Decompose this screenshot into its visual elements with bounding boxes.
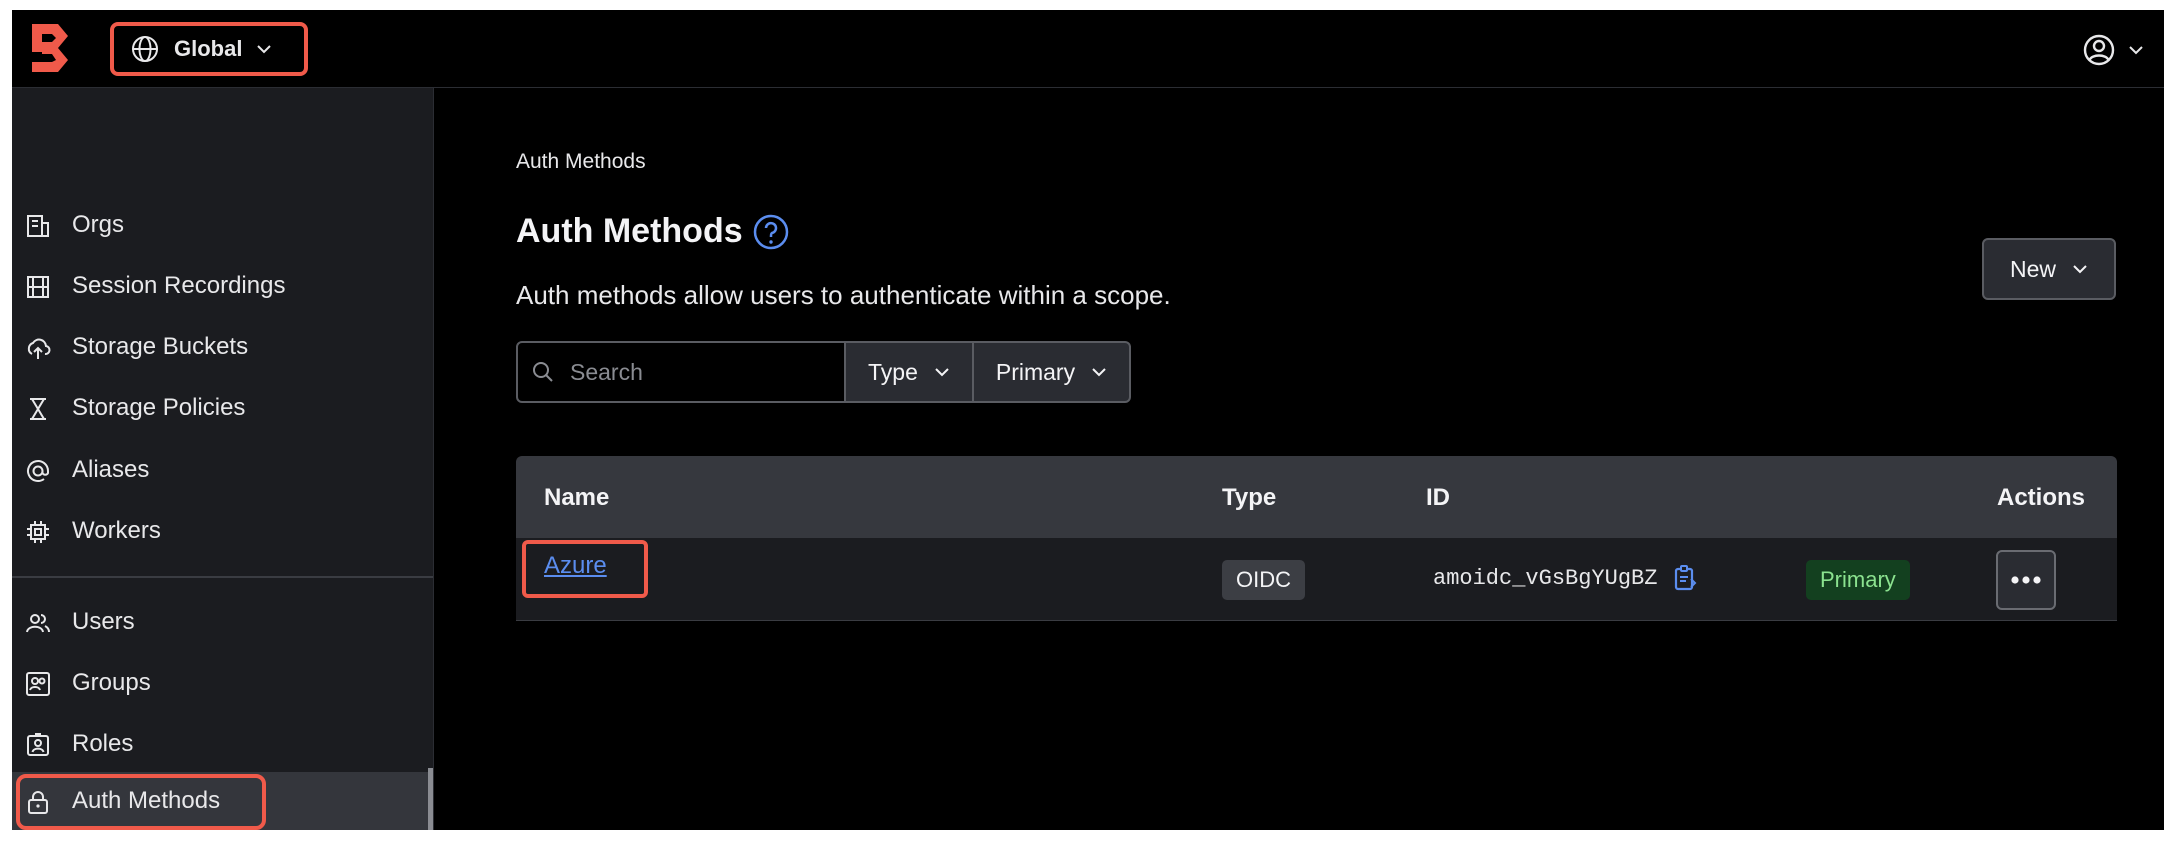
column-header-actions: Actions — [1997, 484, 2086, 511]
sidebar-item-orgs[interactable]: Orgs — [12, 196, 433, 254]
id-cell: amoidc_vGsBgYUgBZ — [1433, 564, 1699, 592]
column-header-name: Name — [544, 484, 610, 511]
lock-icon — [24, 788, 52, 816]
sidebar-item-label: Storage Buckets — [72, 333, 249, 360]
app-window: Global Orgs Session Recordings Storage B… — [12, 10, 2164, 830]
search-icon — [533, 362, 553, 382]
auth-method-id: amoidc_vGsBgYUgBZ — [1433, 565, 1658, 591]
sidebar-item-users[interactable]: Users — [12, 593, 433, 651]
scope-picker-button[interactable]: Global — [110, 22, 308, 76]
sidebar-item-roles[interactable]: Roles — [12, 715, 433, 773]
sidebar-item-groups[interactable]: Groups — [12, 654, 433, 712]
sidebar-item-aliases[interactable]: Aliases — [12, 441, 433, 499]
more-horizontal-icon — [2011, 576, 2041, 584]
type-filter-label: Type — [868, 358, 918, 385]
film-icon — [24, 273, 52, 301]
chevron-down-icon — [935, 368, 949, 377]
main-content: Auth Methods Auth Methods Auth methods a… — [434, 88, 2164, 830]
scope-label: Global — [174, 36, 243, 61]
cloud-upload-icon — [24, 334, 52, 362]
table-row: Azure OIDC amoidc_vGsBgYUgBZ Primary — [516, 538, 2117, 621]
sidebar-item-label: Workers — [72, 517, 161, 544]
copy-icon[interactable] — [1671, 564, 1699, 592]
at-sign-icon — [24, 457, 52, 485]
sidebar-item-storage-buckets[interactable]: Storage Buckets — [12, 318, 433, 376]
sidebar-divider — [12, 576, 433, 578]
chevron-down-icon — [2073, 265, 2087, 274]
sidebar-item-label: Groups — [72, 669, 151, 696]
sidebar-item-label: Aliases — [72, 456, 150, 483]
type-badge: OIDC — [1222, 560, 1305, 600]
column-header-id: ID — [1426, 484, 1450, 511]
breadcrumb[interactable]: Auth Methods — [516, 150, 646, 174]
primary-filter-label: Primary — [995, 358, 1076, 385]
chevron-down-icon — [2129, 46, 2143, 55]
type-filter-button[interactable]: Type — [846, 341, 974, 403]
top-bar: Global — [12, 10, 2164, 88]
boundary-logo-icon[interactable] — [28, 22, 72, 74]
row-actions-button[interactable] — [1996, 550, 2056, 610]
filter-bar: Type Primary — [516, 341, 1132, 403]
sidebar-item-label: Users — [72, 608, 135, 635]
sidebar-item-label: Roles — [72, 730, 134, 757]
hourglass-icon — [24, 395, 52, 423]
globe-icon — [132, 36, 158, 62]
primary-badge: Primary — [1806, 560, 1910, 600]
page-description: Auth methods allow users to authenticate… — [516, 280, 1171, 310]
users-icon — [24, 609, 52, 637]
sidebar: Orgs Session Recordings Storage Buckets … — [12, 88, 434, 830]
user-circle-icon — [2083, 34, 2115, 66]
page-title: Auth Methods — [516, 212, 743, 250]
sidebar-item-session-recordings[interactable]: Session Recordings — [12, 257, 433, 315]
sidebar-item-label: Session Recordings — [72, 272, 286, 299]
table-header: Name Type ID Actions — [516, 456, 2117, 538]
chevron-down-icon — [1092, 368, 1106, 377]
sidebar-item-label: Auth Methods — [72, 787, 221, 814]
sidebar-item-workers[interactable]: Workers — [12, 502, 433, 560]
auth-method-name-link[interactable]: Azure — [544, 552, 607, 580]
sidebar-item-storage-policies[interactable]: Storage Policies — [12, 379, 433, 437]
auth-methods-table: Name Type ID Actions Azure OIDC amoidc_v… — [516, 456, 2117, 621]
active-indicator — [428, 768, 433, 830]
chevron-down-icon — [257, 45, 272, 54]
sidebar-item-label: Storage Policies — [72, 394, 246, 421]
new-button-label: New — [2009, 255, 2056, 282]
sidebar-item-auth-methods[interactable]: Auth Methods — [12, 772, 433, 830]
sidebar-item-label: Orgs — [72, 211, 125, 238]
group-icon — [24, 670, 52, 698]
page-header: Auth Methods — [516, 212, 789, 251]
user-menu-button[interactable] — [2082, 32, 2164, 68]
help-icon[interactable] — [753, 214, 789, 250]
id-card-icon — [24, 731, 52, 759]
primary-filter-button[interactable]: Primary — [973, 341, 1132, 403]
new-button[interactable]: New — [1982, 238, 2116, 300]
building-icon — [24, 212, 52, 240]
search-box[interactable] — [516, 341, 846, 403]
search-input[interactable] — [568, 357, 832, 387]
column-header-type: Type — [1222, 484, 1277, 511]
cpu-icon — [24, 518, 52, 546]
